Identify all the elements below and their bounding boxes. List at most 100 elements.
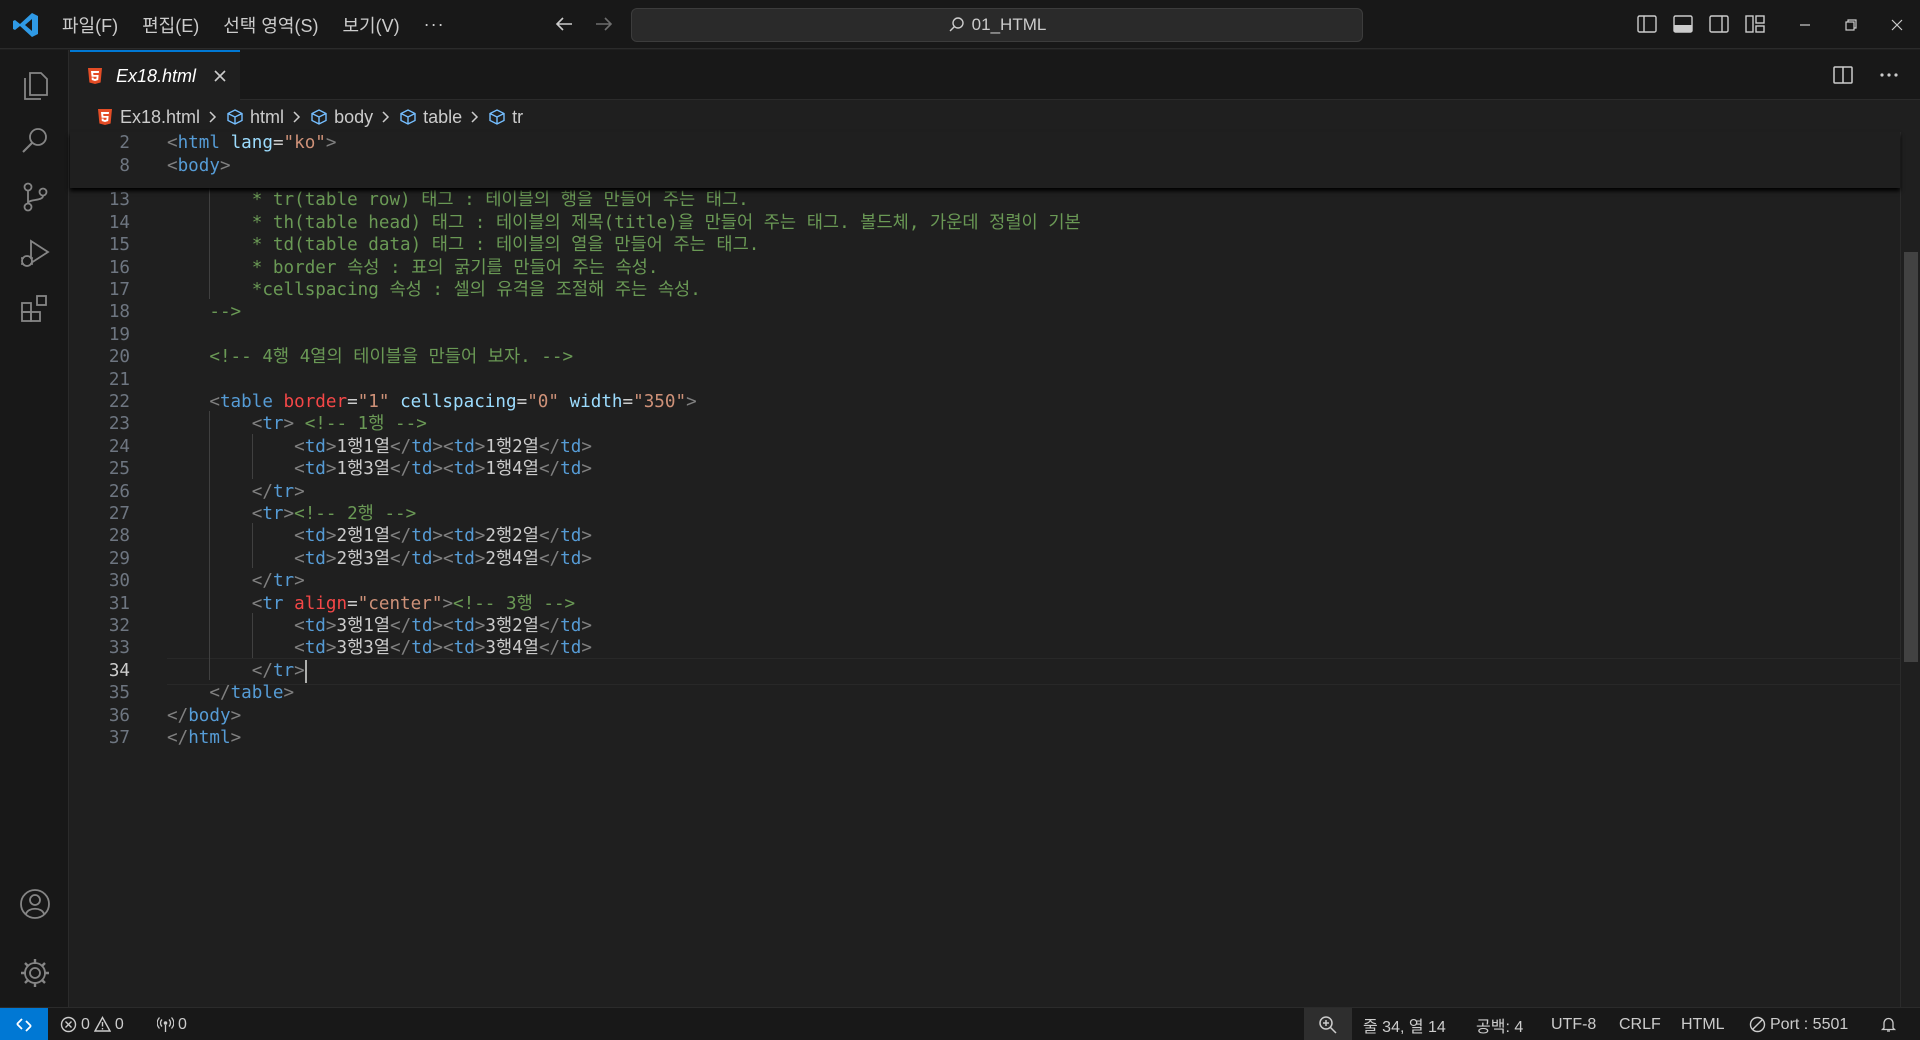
- explorer-button[interactable]: [0, 57, 69, 113]
- activity-bar: [0, 50, 69, 1007]
- breadcrumb-table[interactable]: table: [399, 107, 462, 128]
- command-center-search[interactable]: 01_HTML: [631, 8, 1363, 42]
- window-controls: [1782, 0, 1920, 49]
- run-debug-icon: [20, 239, 50, 267]
- indent-guide: [209, 635, 211, 658]
- breadcrumb-html[interactable]: html: [226, 107, 284, 128]
- indent-guide: [209, 456, 211, 479]
- files-icon: [23, 72, 48, 100]
- chevron-right-icon: [209, 111, 217, 123]
- source-control-button[interactable]: [0, 169, 69, 225]
- indent-guide: [209, 478, 211, 501]
- cursor-position[interactable]: 줄 34, 열 14: [1363, 1008, 1446, 1040]
- warning-icon: [93, 1016, 111, 1032]
- breadcrumb-file[interactable]: Ex18.html: [96, 107, 200, 128]
- extensions-button[interactable]: [0, 281, 69, 337]
- code-line[interactable]: 37 </html>: [70, 725, 1900, 752]
- menu-file[interactable]: 파일(F): [62, 12, 118, 38]
- account-icon: [19, 889, 50, 919]
- search-icon: [949, 17, 964, 32]
- sticky-scroll[interactable]: 2 <html lang="ko"> 8 <body>: [70, 132, 1900, 188]
- tab-ex18-html[interactable]: Ex18.html: [70, 50, 240, 100]
- toggle-panel-icon[interactable]: [1672, 13, 1694, 35]
- code-text: <body>: [167, 156, 231, 176]
- breadcrumb-tr[interactable]: tr: [488, 107, 523, 128]
- close-tab-icon[interactable]: [212, 68, 228, 84]
- indent-guide: [209, 209, 211, 233]
- breadcrumb-body-label: body: [334, 106, 374, 127]
- scrollbar-thumb[interactable]: [1904, 252, 1918, 662]
- chevron-right-icon: [382, 111, 390, 123]
- ports-count: 0: [178, 1015, 187, 1033]
- breadcrumb: Ex18.html html body table tr: [96, 104, 523, 130]
- editor-scrollbar[interactable]: [1900, 132, 1920, 1007]
- menu-edit[interactable]: 편집(E): [142, 12, 199, 38]
- bell-icon: [1880, 1017, 1897, 1032]
- error-icon: [60, 1016, 77, 1033]
- symbol-element-icon: [227, 109, 243, 125]
- toggle-primary-sidebar-icon[interactable]: [1636, 13, 1658, 35]
- title-bar: 파일(F) 편집(E) 선택 영역(S) 보기(V) ··· 01_HTML: [0, 0, 1920, 49]
- encoding[interactable]: UTF-8: [1551, 1008, 1596, 1040]
- end-of-line[interactable]: CRLF: [1619, 1008, 1661, 1040]
- encoding-label: UTF-8: [1551, 1015, 1597, 1033]
- cursor-position-label: 줄 34, 열 14: [1363, 1018, 1446, 1036]
- vscode-logo-icon: [13, 13, 38, 37]
- eol-label: CRLF: [1619, 1015, 1661, 1033]
- indent-guide: [209, 590, 211, 613]
- indent-guide: [251, 456, 253, 479]
- toggle-secondary-sidebar-icon[interactable]: [1708, 13, 1730, 35]
- accounts-button[interactable]: [0, 876, 69, 932]
- restore-button[interactable]: [1828, 0, 1874, 49]
- close-window-button[interactable]: [1874, 0, 1920, 49]
- breadcrumb-file-label: Ex18.html: [120, 106, 201, 127]
- indent-guide: [209, 568, 211, 591]
- indent-guide: [209, 613, 211, 636]
- customize-layout-icon[interactable]: [1744, 13, 1766, 35]
- remote-indicator[interactable]: [0, 1008, 48, 1040]
- code-editor[interactable]: 2<html lang="ko">8<body> 1213 * tr(table…: [70, 132, 1920, 1007]
- ports-indicator[interactable]: 0: [157, 1008, 187, 1040]
- zoom-button[interactable]: [1304, 1008, 1352, 1040]
- manage-button[interactable]: [0, 945, 69, 1001]
- chevron-right-icon: [471, 111, 479, 123]
- menu-more[interactable]: ···: [424, 14, 445, 35]
- symbol-element-icon: [400, 109, 416, 125]
- tab-label: Ex18.html: [116, 65, 197, 86]
- problems-indicator[interactable]: 0 0: [60, 1008, 124, 1040]
- indentation-label: 공백: 4: [1476, 1018, 1524, 1036]
- search-text: 01_HTML: [971, 15, 1047, 34]
- port-label: Port : 5501: [1770, 1015, 1849, 1033]
- warning-count: 0: [114, 1015, 124, 1033]
- minimize-button[interactable]: [1782, 0, 1828, 49]
- forward-arrow-icon[interactable]: [592, 12, 616, 36]
- menu-selection[interactable]: 선택 영역(S): [223, 12, 318, 38]
- indent-guide: [251, 635, 253, 658]
- source-control-icon: [23, 182, 47, 212]
- live-server-port[interactable]: Port : 5501: [1749, 1008, 1848, 1040]
- indent-guide: [209, 232, 211, 255]
- indent-guide: [209, 523, 211, 546]
- editor-actions: [1832, 64, 1900, 86]
- language-mode[interactable]: HTML: [1681, 1008, 1725, 1040]
- run-debug-button[interactable]: [0, 225, 69, 281]
- breadcrumb-table-label: table: [423, 106, 463, 127]
- restore-icon: [1845, 18, 1857, 31]
- notifications-button[interactable]: [1880, 1008, 1897, 1040]
- search-view-button[interactable]: [0, 113, 69, 169]
- indent-guide: [209, 411, 211, 434]
- menu-view[interactable]: 보기(V): [342, 12, 399, 38]
- sticky-line[interactable]: 8 <body>: [70, 153, 1900, 180]
- breadcrumb-body[interactable]: body: [310, 107, 373, 128]
- back-arrow-icon[interactable]: [552, 12, 576, 36]
- split-editor-icon[interactable]: [1832, 64, 1854, 86]
- indent-guide: [209, 433, 211, 457]
- symbol-element-icon: [489, 109, 505, 125]
- breadcrumb-html-label: html: [250, 106, 285, 127]
- more-actions-icon[interactable]: [1878, 64, 1900, 86]
- indentation[interactable]: 공백: 4: [1476, 1008, 1523, 1040]
- editor-tabs: Ex18.html: [70, 50, 1920, 100]
- broadcast-icon: [157, 1017, 174, 1032]
- language-label: HTML: [1681, 1015, 1725, 1033]
- chevron-right-icon: [293, 111, 301, 123]
